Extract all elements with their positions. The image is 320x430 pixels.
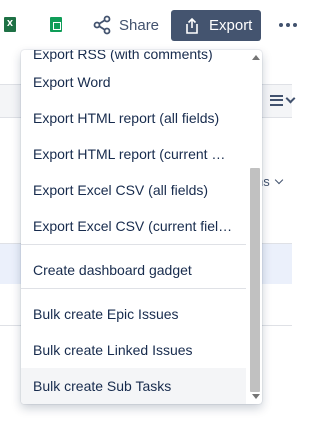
menu-item-label: Export Word xyxy=(33,74,111,90)
excel-icon-glyph: X xyxy=(6,19,14,28)
export-menu-list: Export RSS (with comments) Export Word E… xyxy=(21,50,246,404)
share-icon xyxy=(93,15,111,35)
export-label: Export xyxy=(209,17,253,34)
share-button[interactable]: Share xyxy=(86,9,164,41)
google-sheets-icon[interactable] xyxy=(50,17,62,32)
menu-item-bulk-create-epic[interactable]: Bulk create Epic Issues xyxy=(21,296,246,332)
menu-item-export-html-current[interactable]: Export HTML report (current … xyxy=(21,136,246,172)
chevron-down-icon xyxy=(274,175,283,184)
menu-separator xyxy=(21,244,246,245)
menu-item-label: Bulk create Linked Issues xyxy=(33,342,193,358)
chevron-down-icon xyxy=(285,93,296,103)
menu-item-bulk-create-linked[interactable]: Bulk create Linked Issues xyxy=(21,332,246,368)
menu-item-export-html-all[interactable]: Export HTML report (all fields) xyxy=(21,100,246,136)
view-options-toggle[interactable] xyxy=(270,92,304,108)
menu-separator xyxy=(21,288,246,289)
export-dropdown-menu: Export RSS (with comments) Export Word E… xyxy=(21,50,262,404)
share-label: Share xyxy=(119,16,160,34)
scroll-up-arrow-icon[interactable] xyxy=(252,55,260,60)
menu-item-export-csv-current[interactable]: Export Excel CSV (current fiel… xyxy=(21,208,246,244)
export-icon xyxy=(186,17,198,34)
menu-item-create-dashboard-gadget[interactable]: Create dashboard gadget xyxy=(21,252,246,288)
more-dot-icon xyxy=(279,23,283,27)
menu-item-label: Export Excel CSV (current fiel… xyxy=(33,218,233,234)
menu-item-label: Export HTML report (current … xyxy=(33,146,226,162)
scroll-down-arrow-icon[interactable] xyxy=(252,394,260,399)
menu-item-label: Bulk create Sub Tasks xyxy=(33,378,172,394)
menu-item-export-csv-all[interactable]: Export Excel CSV (all fields) xyxy=(21,172,246,208)
issue-toolbar: X Share Export xyxy=(0,0,316,50)
menu-item-label: Export RSS (with comments) xyxy=(33,50,213,62)
menu-item-label: Create dashboard gadget xyxy=(33,262,192,278)
menu-item-label: Export HTML report (all fields) xyxy=(33,110,220,126)
more-dot-icon xyxy=(293,23,297,27)
more-dot-icon xyxy=(286,23,290,27)
more-actions-button[interactable] xyxy=(274,16,302,34)
list-view-icon xyxy=(270,94,283,106)
menu-item-bulk-create-subtasks[interactable]: Bulk create Sub Tasks xyxy=(21,368,246,404)
menu-item-export-word[interactable]: Export Word xyxy=(21,64,246,100)
export-button[interactable]: Export xyxy=(171,10,261,41)
scroll-thumb[interactable] xyxy=(250,168,260,392)
menu-scrollbar[interactable] xyxy=(248,50,262,404)
excel-icon[interactable]: X xyxy=(4,17,16,32)
menu-item-label: Bulk create Epic Issues xyxy=(33,306,179,322)
menu-item-label: Export Excel CSV (all fields) xyxy=(33,182,209,198)
page: X Share Export ns Export RSS (with comme… xyxy=(0,0,316,430)
